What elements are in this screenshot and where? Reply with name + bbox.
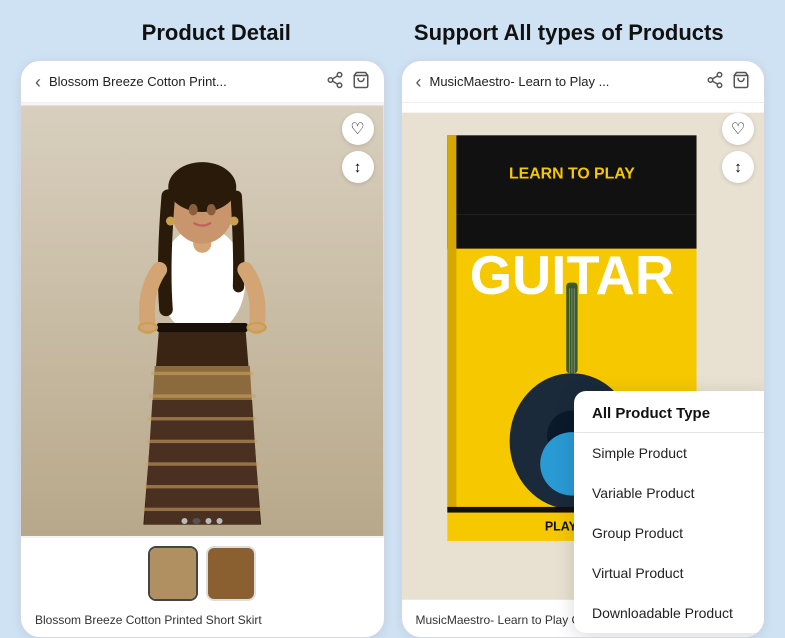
left-topbar: ‹ Blossom Breeze Cotton Print... xyxy=(21,61,384,103)
dot-1 xyxy=(182,518,188,524)
right-back-button[interactable]: ‹ xyxy=(416,73,422,91)
thumbnail-2[interactable] xyxy=(206,546,256,601)
dropdown-item-downloadable[interactable]: Downloadable Product xyxy=(574,593,765,633)
dot-2 xyxy=(193,518,201,524)
dot-3 xyxy=(206,518,212,524)
left-product-name: Blossom Breeze Cotton Printed Short Skir… xyxy=(21,609,384,637)
product-type-dropdown: All Product Type Simple Product Variable… xyxy=(574,391,765,633)
right-bag-button[interactable] xyxy=(732,71,750,92)
thumbnail-1[interactable] xyxy=(148,546,198,601)
svg-text:LEARN TO PLAY: LEARN TO PLAY xyxy=(508,165,634,182)
dropdown-item-simple[interactable]: Simple Product xyxy=(574,433,765,473)
panels-row: ‹ Blossom Breeze Cotton Print... xyxy=(0,60,785,638)
left-back-button[interactable]: ‹ xyxy=(35,73,41,91)
dropdown-item-variable[interactable]: Variable Product xyxy=(574,473,765,513)
left-product-title: Blossom Breeze Cotton Print... xyxy=(49,74,318,89)
dropdown-item-group[interactable]: Group Product xyxy=(574,513,765,553)
dropdown-item-virtual[interactable]: Virtual Product xyxy=(574,553,765,593)
left-compare-button[interactable]: ↕ xyxy=(342,151,374,183)
left-wishlist-button[interactable]: ♡ xyxy=(342,113,374,145)
thumbnails-row xyxy=(21,538,384,609)
left-bag-button[interactable] xyxy=(352,71,370,92)
dot-4 xyxy=(217,518,223,524)
right-compare-button[interactable]: ↕ xyxy=(722,151,754,183)
right-topbar: ‹ MusicMaestro- Learn to Play ... xyxy=(402,61,765,103)
fashion-model-image xyxy=(21,103,384,538)
right-product-title: MusicMaestro- Learn to Play ... xyxy=(430,74,699,89)
image-dots xyxy=(182,512,223,530)
left-share-button[interactable] xyxy=(326,71,344,92)
left-product-image-container: ♡ ↕ xyxy=(21,103,384,538)
page-header: Product Detail Support All types of Prod… xyxy=(0,0,785,60)
dropdown-header: All Product Type xyxy=(574,391,765,433)
product-detail-card: ‹ Blossom Breeze Cotton Print... xyxy=(20,60,385,638)
right-wishlist-button[interactable]: ♡ xyxy=(722,113,754,145)
right-section-title: Support All types of Products xyxy=(393,20,746,46)
product-types-card: ‹ MusicMaestro- Learn to Play ... xyxy=(401,60,766,638)
left-section-title: Product Detail xyxy=(40,20,393,46)
right-share-button[interactable] xyxy=(706,71,724,92)
